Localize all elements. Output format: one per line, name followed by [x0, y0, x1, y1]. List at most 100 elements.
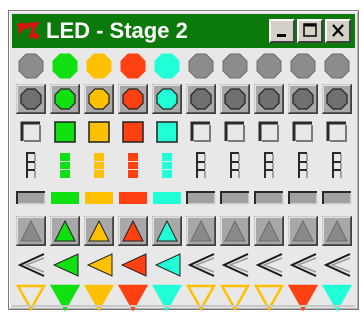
led-left-chevron-9[interactable]	[288, 249, 318, 279]
down-triangle-lit-icon	[50, 284, 80, 312]
square-bracket-unlit-icon	[224, 121, 245, 142]
maximize-button[interactable]	[297, 19, 323, 43]
led-square-bracket-1[interactable]	[16, 117, 46, 147]
led-square-bracket-7[interactable]	[220, 117, 250, 147]
led-down-triangle-6[interactable]	[186, 282, 216, 312]
led-up-triangle-button-6[interactable]	[186, 216, 216, 246]
led-beveled-octagon-2[interactable]	[50, 84, 80, 114]
led-up-triangle-button-1[interactable]	[16, 216, 46, 246]
led-up-triangle-button-5[interactable]	[152, 216, 182, 246]
led-segment-bars-4[interactable]	[118, 150, 148, 180]
led-left-chevron-1[interactable]	[16, 249, 46, 279]
led-segment-bars-5[interactable]	[152, 150, 182, 180]
led-octagon-1[interactable]	[16, 51, 46, 81]
led-left-chevron-10[interactable]	[322, 249, 352, 279]
led-segment-bars-7[interactable]	[220, 150, 250, 180]
led-left-chevron-6[interactable]	[186, 249, 216, 279]
led-left-chevron-5[interactable]	[152, 249, 182, 279]
horizontal-bar-unlit-icon	[186, 191, 216, 205]
led-octagon-3[interactable]	[84, 51, 114, 81]
led-down-triangle-1[interactable]	[16, 282, 46, 312]
close-button[interactable]	[325, 19, 351, 43]
led-horizontal-bar-2[interactable]	[50, 183, 80, 213]
led-up-triangle-button-9[interactable]	[288, 216, 318, 246]
led-octagon-5[interactable]	[152, 51, 182, 81]
led-octagon-2[interactable]	[50, 51, 80, 81]
led-square-bracket-4[interactable]	[118, 117, 148, 147]
led-octagon-6[interactable]	[186, 51, 216, 81]
led-up-triangle-button-3[interactable]	[84, 216, 114, 246]
led-segment-bars-1[interactable]	[16, 150, 46, 180]
led-square-bracket-10[interactable]	[322, 117, 352, 147]
up-triangle-button-unlit-icon	[16, 216, 46, 246]
led-down-triangle-7[interactable]	[220, 282, 250, 312]
up-triangle-button-lit-icon	[118, 216, 148, 246]
beveled-octagon-unlit-icon	[220, 84, 250, 114]
led-left-chevron-4[interactable]	[118, 249, 148, 279]
led-beveled-octagon-7[interactable]	[220, 84, 250, 114]
led-down-triangle-3[interactable]	[84, 282, 114, 312]
app-icon[interactable]	[14, 19, 44, 43]
led-down-triangle-10[interactable]	[322, 282, 352, 312]
led-octagon-8[interactable]	[254, 51, 284, 81]
down-triangle-lit-icon	[16, 284, 46, 312]
led-down-triangle-5[interactable]	[152, 282, 182, 312]
horizontal-bar-unlit-icon	[16, 191, 46, 205]
led-square-bracket-5[interactable]	[152, 117, 182, 147]
led-beveled-octagon-1[interactable]	[16, 84, 46, 114]
led-segment-bars-3[interactable]	[84, 150, 114, 180]
led-horizontal-bar-10[interactable]	[322, 183, 352, 213]
led-horizontal-bar-8[interactable]	[254, 183, 284, 213]
led-beveled-octagon-9[interactable]	[288, 84, 318, 114]
led-left-chevron-8[interactable]	[254, 249, 284, 279]
led-octagon-10[interactable]	[322, 51, 352, 81]
led-down-triangle-4[interactable]	[118, 282, 148, 312]
title-bar[interactable]: LED - Stage 2	[12, 14, 355, 48]
led-horizontal-bar-3[interactable]	[84, 183, 114, 213]
led-horizontal-bar-4[interactable]	[118, 183, 148, 213]
segment-bars-unlit-icon	[26, 152, 36, 178]
led-beveled-octagon-5[interactable]	[152, 84, 182, 114]
horizontal-bar-unlit-icon	[220, 191, 250, 205]
led-left-chevron-3[interactable]	[84, 249, 114, 279]
led-beveled-octagon-10[interactable]	[322, 84, 352, 114]
led-segment-bars-8[interactable]	[254, 150, 284, 180]
led-down-triangle-2[interactable]	[50, 282, 80, 312]
led-square-bracket-3[interactable]	[84, 117, 114, 147]
led-square-bracket-6[interactable]	[186, 117, 216, 147]
led-up-triangle-button-4[interactable]	[118, 216, 148, 246]
led-beveled-octagon-4[interactable]	[118, 84, 148, 114]
led-left-chevron-7[interactable]	[220, 249, 250, 279]
led-segment-bars-6[interactable]	[186, 150, 216, 180]
led-up-triangle-button-2[interactable]	[50, 216, 80, 246]
led-down-triangle-8[interactable]	[254, 282, 284, 312]
led-up-triangle-button-7[interactable]	[220, 216, 250, 246]
square-bracket-lit-icon	[156, 121, 178, 143]
led-down-triangle-9[interactable]	[288, 282, 318, 312]
led-up-triangle-button-10[interactable]	[322, 216, 352, 246]
led-segment-bars-2[interactable]	[50, 150, 80, 180]
led-horizontal-bar-5[interactable]	[152, 183, 182, 213]
led-horizontal-bar-7[interactable]	[220, 183, 250, 213]
led-beveled-octagon-3[interactable]	[84, 84, 114, 114]
led-square-bracket-8[interactable]	[254, 117, 284, 147]
led-beveled-octagon-8[interactable]	[254, 84, 284, 114]
led-octagon-4[interactable]	[118, 51, 148, 81]
led-octagon-7[interactable]	[220, 51, 250, 81]
led-beveled-octagon-6[interactable]	[186, 84, 216, 114]
minimize-button[interactable]	[269, 19, 295, 43]
led-square-bracket-2[interactable]	[50, 117, 80, 147]
led-segment-bars-10[interactable]	[322, 150, 352, 180]
down-triangle-lit-icon	[220, 284, 250, 312]
led-horizontal-bar-1[interactable]	[16, 183, 46, 213]
led-segment-bars-9[interactable]	[288, 150, 318, 180]
led-horizontal-bar-6[interactable]	[186, 183, 216, 213]
led-left-chevron-2[interactable]	[50, 249, 80, 279]
led-octagon-9[interactable]	[288, 51, 318, 81]
left-chevron-lit-icon	[120, 253, 147, 277]
led-up-triangle-button-8[interactable]	[254, 216, 284, 246]
led-square-bracket-9[interactable]	[288, 117, 318, 147]
led-horizontal-bar-9[interactable]	[288, 183, 318, 213]
segment-bars-lit-icon	[94, 153, 104, 178]
down-triangle-lit-icon	[288, 284, 318, 312]
